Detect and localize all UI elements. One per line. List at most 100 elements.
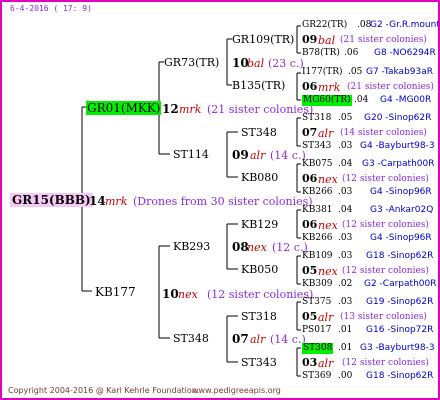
queen-st343-u[interactable]: ST343 xyxy=(302,142,331,151)
queen-kb293[interactable]: KB293 xyxy=(173,241,210,252)
st369-year: .00 xyxy=(338,371,353,381)
mg60-year: .04 xyxy=(354,95,369,105)
kb109-year: .03 xyxy=(338,251,353,261)
queen-kb050[interactable]: KB050 xyxy=(241,264,278,275)
queen-b78[interactable]: B78(TR) xyxy=(302,49,340,58)
upper-number: 12 xyxy=(162,102,179,116)
kb080-type: nex xyxy=(318,173,338,186)
kb266-l-year: .03 xyxy=(338,233,353,243)
root-type: mrk xyxy=(105,195,128,208)
st318-u-year: .05 xyxy=(338,113,353,123)
queen-gr01[interactable]: GR01(MKK) xyxy=(86,101,162,115)
kb075-code: G3 -Carpath00R xyxy=(362,159,435,169)
queen-kb266-u[interactable]: KB266 xyxy=(302,188,333,197)
kb080-note: (12 sister colonies) xyxy=(342,174,429,184)
ps017-code: G16 -Sinop72R xyxy=(366,325,434,335)
ps017-year: .01 xyxy=(338,325,353,335)
queen-i177[interactable]: I177(TR) xyxy=(302,68,343,77)
queen-gr73[interactable]: GR73(TR) xyxy=(164,57,219,68)
queen-kb381[interactable]: KB381 xyxy=(302,206,333,215)
b135-type: mrk xyxy=(318,81,341,94)
gr73-type: bal xyxy=(247,57,265,70)
queen-st348-lower[interactable]: ST348 xyxy=(173,333,209,344)
queen-kb266-l[interactable]: KB266 xyxy=(302,234,333,243)
mg60-code: G4 -MG00R xyxy=(380,95,432,105)
st318-type: alr xyxy=(318,311,334,324)
queen-st318-u[interactable]: ST318 xyxy=(302,114,331,123)
queen-st348-upper[interactable]: ST348 xyxy=(241,127,277,138)
kb129-note: (12 sister colonies) xyxy=(342,220,429,230)
gr109-type: bal xyxy=(318,34,336,47)
kb381-year: .04 xyxy=(338,205,353,215)
gr22-code: G2 -Gr.R.mounta xyxy=(370,20,440,30)
queen-st318[interactable]: ST318 xyxy=(241,311,277,322)
kb109-code: G18 -Sinop62R xyxy=(366,251,434,261)
kb293-type: nex xyxy=(247,241,267,254)
queen-kb075[interactable]: KB075 xyxy=(302,160,333,169)
date-stamp: 6-4-2016 ( 17: 9) xyxy=(10,4,92,13)
upper-note: (21 sister colonies) xyxy=(207,103,314,116)
lower-number: 10 xyxy=(162,287,179,301)
st348u-number: 07 xyxy=(302,126,318,139)
queen-ps017[interactable]: PS017 xyxy=(302,326,331,335)
kb266-l-code: G4 -Sinop96R xyxy=(370,233,432,243)
st348u-note: (14 sister colonies) xyxy=(340,128,427,138)
kb080-number: 06 xyxy=(302,172,318,185)
st343-u-code: G4 -Bayburt98-3 xyxy=(360,141,435,151)
st318-note: (13 sister colonies) xyxy=(340,312,427,322)
pedigree-frame: 6-4-2016 ( 17: 9) Copyright 2004-2016 @ … xyxy=(0,0,440,400)
st375-code: G19 -Sinop62R xyxy=(366,297,434,307)
kb075-year: .04 xyxy=(338,159,353,169)
queen-kb177[interactable]: KB177 xyxy=(95,286,136,298)
st369-code: G18 -Sinop62R xyxy=(366,371,434,381)
queen-kb080[interactable]: KB080 xyxy=(241,172,278,183)
root-note: (Drones from 30 sister colonies) xyxy=(133,195,313,208)
queen-mg60[interactable]: MG60(TR) xyxy=(302,95,352,106)
queen-st343[interactable]: ST343 xyxy=(241,357,277,368)
kb266-u-year: .03 xyxy=(338,187,353,197)
upper-type: mrk xyxy=(179,103,202,116)
st375-year: .03 xyxy=(338,297,353,307)
st114-number: 09 xyxy=(232,148,249,162)
st114-note: (14 c.) xyxy=(270,149,306,162)
st318-u-code: G20 -Sinop62R xyxy=(364,113,432,123)
st348u-type: alr xyxy=(318,127,334,140)
queen-gr109[interactable]: GR109(TR) xyxy=(232,34,294,45)
st348-note: (14 c.) xyxy=(270,333,306,346)
kb129-type: nex xyxy=(318,219,338,232)
queen-st369[interactable]: ST369 xyxy=(302,372,331,381)
copyright-text: Copyright 2004-2016 @ Karl Kehrle Founda… xyxy=(8,386,200,395)
st343-number: 03 xyxy=(302,356,318,369)
queen-gr22[interactable]: GR22(TR) xyxy=(302,21,347,30)
st343-type: alr xyxy=(318,357,334,370)
queen-st375[interactable]: ST375 xyxy=(302,298,331,307)
queen-kb129[interactable]: KB129 xyxy=(241,219,278,230)
kb381-code: G3 -Ankar02Q xyxy=(370,205,434,215)
kb309-year: .02 xyxy=(338,279,353,289)
b78-code: G8 -NO6294R xyxy=(374,48,436,58)
b135-number: 06 xyxy=(302,80,318,93)
website-link[interactable]: www.pedigreeapis.org xyxy=(192,387,281,395)
gr73-note: (23 c.) xyxy=(268,57,304,70)
lower-note: (12 sister colonies) xyxy=(207,288,314,301)
gr109-note: (21 sister colonies) xyxy=(340,35,427,45)
st343-note: (12 sister colonies) xyxy=(342,358,429,368)
queen-kb309[interactable]: KB309 xyxy=(302,280,333,289)
st308-year: .01 xyxy=(338,343,353,353)
kb050-type: nex xyxy=(318,265,338,278)
st318-number: 05 xyxy=(302,310,318,323)
lower-type: nex xyxy=(178,288,198,301)
kb050-note: (12 sister colonies) xyxy=(342,266,429,276)
queen-kb109[interactable]: KB109 xyxy=(302,252,333,261)
queen-st308[interactable]: ST308 xyxy=(302,343,334,354)
st114-type: alr xyxy=(250,149,266,162)
st343-u-year: .03 xyxy=(338,141,353,151)
queen-st114[interactable]: ST114 xyxy=(173,149,209,160)
queen-b135[interactable]: B135(TR) xyxy=(232,80,285,91)
kb266-u-code: G4 -Sinop96R xyxy=(370,187,432,197)
kb129-number: 06 xyxy=(302,218,318,231)
queen-root[interactable]: GR15(BBB) xyxy=(10,193,93,207)
root-number: 14 xyxy=(89,194,106,208)
gr109-number: 09 xyxy=(302,33,318,46)
i177-code: G7 -Takab93aR xyxy=(366,67,434,77)
